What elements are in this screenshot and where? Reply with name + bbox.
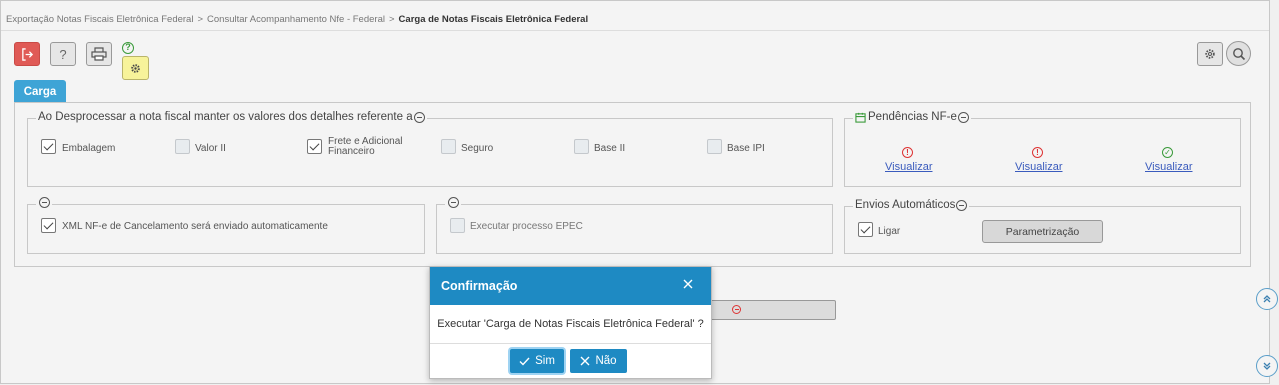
main-frame: Exportação Notas Fiscais Eletrônica Fede… — [0, 0, 1270, 384]
gear-icon — [1205, 49, 1215, 59]
config-button[interactable] — [1197, 42, 1223, 66]
checkbox-frete-label-line2: Financeiro — [328, 146, 375, 157]
checkbox-embalagem[interactable] — [41, 139, 56, 154]
x-icon — [580, 356, 590, 366]
no-button-label: Não — [595, 355, 617, 367]
visualizar-link-1[interactable]: Visualizar — [885, 161, 933, 173]
scroll-top-button[interactable] — [1256, 288, 1278, 310]
error-status-icon: ! — [1032, 147, 1043, 158]
calendar-icon — [855, 112, 866, 123]
search-button[interactable] — [1226, 41, 1251, 66]
pendencias-legend: Pendências NF-e — [853, 111, 971, 123]
checkbox-base-ii[interactable] — [574, 139, 589, 154]
checkbox-frete[interactable] — [307, 139, 322, 154]
print-button[interactable] — [86, 42, 112, 66]
envios-legend: Envios Automáticos — [853, 199, 970, 211]
desprocessar-legend-text: Ao Desprocessar a nota fiscal manter os … — [38, 111, 413, 123]
checkbox-valor-ii[interactable] — [175, 139, 190, 154]
double-chevron-up-icon — [1263, 295, 1271, 303]
breadcrumb-item-consultar[interactable]: Consultar Acompanhamento Nfe - Federal — [207, 14, 385, 25]
checkbox-seguro[interactable] — [441, 139, 456, 154]
checkbox-xml-cancelamento-label: XML NF-e de Cancelamento será enviado au… — [62, 221, 328, 232]
check-icon — [519, 357, 530, 366]
checkbox-ligar-label: Ligar — [878, 226, 901, 237]
visualizar-link-3[interactable]: Visualizar — [1145, 161, 1193, 173]
dialog-message: Executar 'Carga de Notas Fiscais Eletrôn… — [437, 318, 704, 330]
dialog-divider — [430, 343, 711, 344]
context-help-icon[interactable]: ? — [122, 42, 134, 54]
yes-button[interactable]: Sim — [510, 349, 564, 373]
exit-button[interactable] — [14, 42, 40, 66]
dialog-header: Confirmação — [430, 267, 711, 305]
breadcrumb-separator: > — [388, 14, 395, 25]
gear-icon — [131, 63, 140, 73]
scroll-bottom-button[interactable] — [1256, 355, 1278, 377]
checkbox-embalagem-label: Embalagem — [62, 143, 116, 154]
exit-icon — [21, 47, 33, 61]
yes-button-label: Sim — [535, 355, 555, 367]
collapse-icon[interactable] — [957, 111, 969, 123]
collapse-icon[interactable] — [39, 197, 50, 208]
breadcrumb-current: Carga de Notas Fiscais Eletrônica Federa… — [398, 14, 589, 25]
breadcrumb-divider — [1, 30, 1269, 31]
visualizar-link-2[interactable]: Visualizar — [1015, 161, 1063, 173]
close-icon[interactable] — [681, 277, 695, 291]
no-button[interactable]: Não — [570, 349, 627, 373]
double-chevron-down-icon — [1263, 362, 1271, 370]
breadcrumb-separator: > — [197, 14, 204, 25]
dialog-title: Confirmação — [441, 279, 518, 293]
envios-legend-text: Envios Automáticos — [855, 199, 956, 211]
search-icon — [1232, 47, 1245, 60]
collapse-icon[interactable] — [448, 197, 459, 208]
help-label: ? — [59, 46, 67, 62]
checkbox-base-ipi[interactable] — [707, 139, 722, 154]
confirmation-dialog: Confirmação Executar 'Carga de Notas Fis… — [429, 266, 712, 379]
parametrizacao-button[interactable]: Parametrização — [982, 220, 1103, 243]
printer-icon — [91, 47, 107, 61]
pendencias-legend-text: Pendências NF-e — [868, 111, 957, 123]
collapse-icon[interactable] — [956, 199, 968, 211]
checkbox-base-ipi-label: Base IPI — [727, 143, 765, 154]
checkbox-seguro-label: Seguro — [461, 143, 494, 154]
help-button[interactable]: ? — [50, 42, 76, 66]
checkbox-ligar[interactable] — [858, 222, 873, 237]
checkbox-epec[interactable] — [450, 218, 465, 233]
checkbox-xml-cancelamento[interactable] — [41, 218, 56, 233]
checkbox-base-ii-label: Base II — [594, 143, 626, 154]
desprocessar-legend: Ao Desprocessar a nota fiscal manter os … — [36, 111, 427, 123]
settings-button[interactable] — [122, 56, 149, 80]
breadcrumb: Exportação Notas Fiscais Eletrônica Fede… — [6, 14, 588, 25]
error-status-icon: ! — [902, 147, 913, 158]
collapse-icon[interactable] — [413, 111, 425, 123]
checkbox-valor-ii-label: Valor II — [195, 143, 226, 154]
cancel-icon — [732, 305, 741, 314]
checkbox-epec-label: Executar processo EPEC — [470, 221, 583, 232]
ok-status-icon: ✓ — [1162, 147, 1173, 158]
epec-legend — [445, 197, 461, 208]
xml-legend — [36, 197, 52, 208]
breadcrumb-item-exportacao[interactable]: Exportação Notas Fiscais Eletrônica Fede… — [6, 14, 193, 25]
tab-carga[interactable]: Carga — [14, 80, 66, 103]
